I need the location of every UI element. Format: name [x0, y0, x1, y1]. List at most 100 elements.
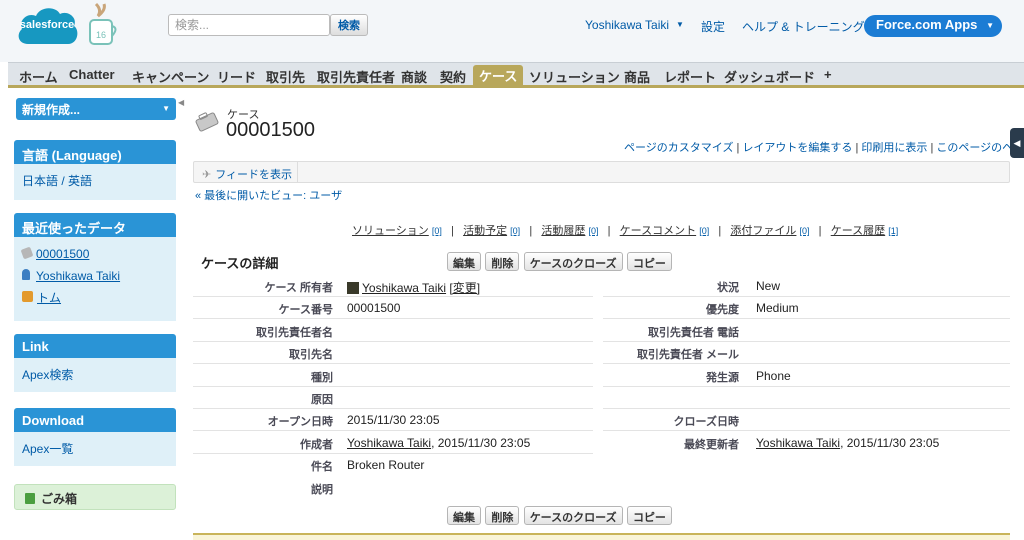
- field-label: 優先度: [706, 304, 739, 317]
- language-toggle-link[interactable]: 日本語 / 英語: [22, 170, 168, 192]
- create-new-select[interactable]: 新規作成... ▼: [16, 98, 176, 120]
- search-input[interactable]: [168, 14, 330, 36]
- detail-row: ケース 所有者 Yoshikawa Taiki [変更] 状況 New: [193, 275, 1010, 297]
- field-label: 取引先責任者名: [256, 326, 333, 339]
- case-icon: [194, 108, 220, 134]
- tab-all-tabs-plus[interactable]: +: [824, 66, 832, 86]
- page-links: ページのカスタマイズ | レイアウトを編集する | 印刷用に表示 | このページ…: [624, 139, 1024, 155]
- created-date: , 2015/11/30 23:05: [431, 435, 531, 450]
- feed-icon: ✈: [202, 169, 212, 181]
- status-value: New: [756, 279, 781, 293]
- field-label: 取引先責任者 メール: [636, 349, 739, 362]
- related-link-open-activities[interactable]: 活動予定: [463, 225, 507, 237]
- printable-view-link[interactable]: 印刷用に表示: [861, 142, 927, 154]
- customize-page-link[interactable]: ページのカスタマイズ: [624, 142, 733, 154]
- edit-layout-link[interactable]: レイアウトを編集する: [742, 142, 852, 154]
- recent-item[interactable]: トム: [22, 287, 168, 309]
- help-training-link[interactable]: ヘルプ & トレーニング: [742, 18, 865, 35]
- modified-by-link[interactable]: Yoshikawa Taiki: [756, 436, 840, 450]
- related-count: [0]: [588, 226, 599, 236]
- show-feed-label: フィードを表示: [215, 169, 292, 181]
- tab-contacts[interactable]: 取引先責任者: [317, 66, 395, 86]
- apex-search-link[interactable]: Apex検索: [22, 364, 168, 386]
- search-button[interactable]: 検索: [330, 14, 368, 36]
- recent-item-link[interactable]: 00001500: [36, 247, 89, 261]
- related-link-case-comments[interactable]: ケースコメント: [620, 225, 696, 237]
- field-label: 取引先責任者 電話: [647, 326, 739, 339]
- close-case-button[interactable]: ケースのクローズ: [523, 252, 623, 271]
- sidebar-collapse-icon[interactable]: ◀: [178, 98, 186, 118]
- created-by-link[interactable]: Yoshikawa Taiki: [347, 436, 431, 450]
- tab-contracts[interactable]: 契約: [440, 66, 466, 86]
- field-label: オープン日時: [267, 416, 333, 429]
- subject-value: Broken Router: [347, 458, 425, 473]
- owner-value: Yoshikawa Taiki [変更]: [347, 279, 480, 296]
- delete-button[interactable]: 削除: [485, 252, 520, 271]
- detail-row: 種別 発生源 Phone: [193, 365, 1010, 387]
- feed-bar: ✈ フィードを表示: [193, 161, 1010, 183]
- apex-list-link[interactable]: Apex一覧: [22, 438, 168, 460]
- app-menu-caret-icon: ▼: [986, 21, 994, 30]
- tab-campaigns[interactable]: キャンペーン: [132, 66, 209, 86]
- recycle-bin[interactable]: ごみ箱: [14, 484, 176, 510]
- field-label: 取引先名: [289, 349, 333, 362]
- tab-cases[interactable]: ケース: [473, 65, 524, 86]
- setup-link[interactable]: 設定: [701, 18, 725, 35]
- related-count: [0]: [799, 226, 810, 236]
- tab-reports[interactable]: レポート: [664, 66, 716, 86]
- field-label: 作成者: [300, 438, 333, 451]
- priority-value: Medium: [756, 301, 799, 316]
- close-case-button[interactable]: ケースのクローズ: [523, 506, 623, 525]
- show-feed-button[interactable]: ✈ フィードを表示: [194, 162, 298, 182]
- related-count: [0]: [431, 226, 442, 236]
- tab-leads[interactable]: リード: [217, 66, 256, 86]
- case-icon: [20, 246, 34, 260]
- field-label: クローズ日時: [673, 416, 739, 429]
- edit-button[interactable]: 編集: [447, 252, 481, 271]
- change-owner-link[interactable]: [変更]: [449, 281, 480, 295]
- related-link-activity-history[interactable]: 活動履歴: [541, 225, 585, 237]
- tab-dashboards[interactable]: ダッシュボード: [724, 66, 815, 86]
- user-menu[interactable]: Yoshikawa Taiki: [585, 18, 669, 32]
- recent-item[interactable]: Yoshikawa Taiki: [22, 265, 168, 287]
- owner-avatar-icon: [347, 282, 359, 294]
- tab-products[interactable]: 商品: [624, 66, 650, 86]
- recycle-bin-label: ごみ箱: [41, 492, 78, 506]
- detail-section-title: ケースの詳細: [201, 256, 279, 271]
- mascot-cup-icon: 16: [86, 0, 120, 48]
- owner-link[interactable]: Yoshikawa Taiki: [362, 281, 446, 295]
- delete-button[interactable]: 削除: [485, 506, 520, 525]
- tab-chatter[interactable]: Chatter: [69, 66, 115, 86]
- tab-accounts[interactable]: 取引先: [266, 66, 305, 86]
- edit-button[interactable]: 編集: [447, 506, 481, 525]
- related-count: [0]: [510, 226, 521, 236]
- related-link-case-history[interactable]: ケース履歴: [831, 225, 885, 237]
- case-detail-table: ケース 所有者 Yoshikawa Taiki [変更] 状況 New ケース番…: [193, 275, 1010, 499]
- field-label: ケース 所有者: [264, 282, 333, 294]
- related-link-attachments[interactable]: 添付ファイル: [730, 225, 796, 237]
- user-menu-caret-icon[interactable]: ▼: [676, 20, 684, 29]
- salesforce-logo[interactable]: salesforce: [14, 4, 80, 50]
- clone-button[interactable]: コピー: [626, 252, 672, 271]
- related-link-solutions[interactable]: ソリューション: [352, 225, 429, 237]
- header: salesforce 16 検索 Yoshikawa Taiki ▼ 設定 ヘル…: [0, 0, 1024, 62]
- language-panel: 言語 (Language) 日本語 / 英語: [14, 140, 176, 200]
- language-panel-title: 言語 (Language): [14, 140, 176, 164]
- tab-solutions[interactable]: ソリューション: [529, 66, 620, 86]
- tab-home[interactable]: ホーム: [19, 66, 58, 86]
- tab-opportunities[interactable]: 商談: [401, 66, 427, 86]
- recent-item-link[interactable]: Yoshikawa Taiki: [36, 269, 120, 283]
- logo-text: salesforce: [19, 19, 75, 31]
- recent-item[interactable]: 00001500: [20, 243, 168, 265]
- detail-row: 取引先名 取引先責任者 メール: [193, 342, 1010, 365]
- recent-items-title: 最近使ったデータ: [14, 213, 176, 237]
- contact-icon: [22, 291, 33, 302]
- app-menu[interactable]: Force.com Apps ▼: [864, 15, 1002, 37]
- tab-bar: ホーム Chatter キャンペーン リード 取引先 取引先責任者 商談 契約 …: [8, 62, 1024, 88]
- clone-button[interactable]: コピー: [626, 506, 672, 525]
- mascot-badge: 16: [96, 30, 106, 40]
- recent-item-link[interactable]: トム: [37, 291, 61, 305]
- side-panel-toggle-icon[interactable]: ◀: [1010, 128, 1024, 158]
- back-to-list-link[interactable]: « 最後に開いたビュー: ユーザ: [195, 187, 342, 203]
- download-panel-title: Download: [14, 408, 176, 432]
